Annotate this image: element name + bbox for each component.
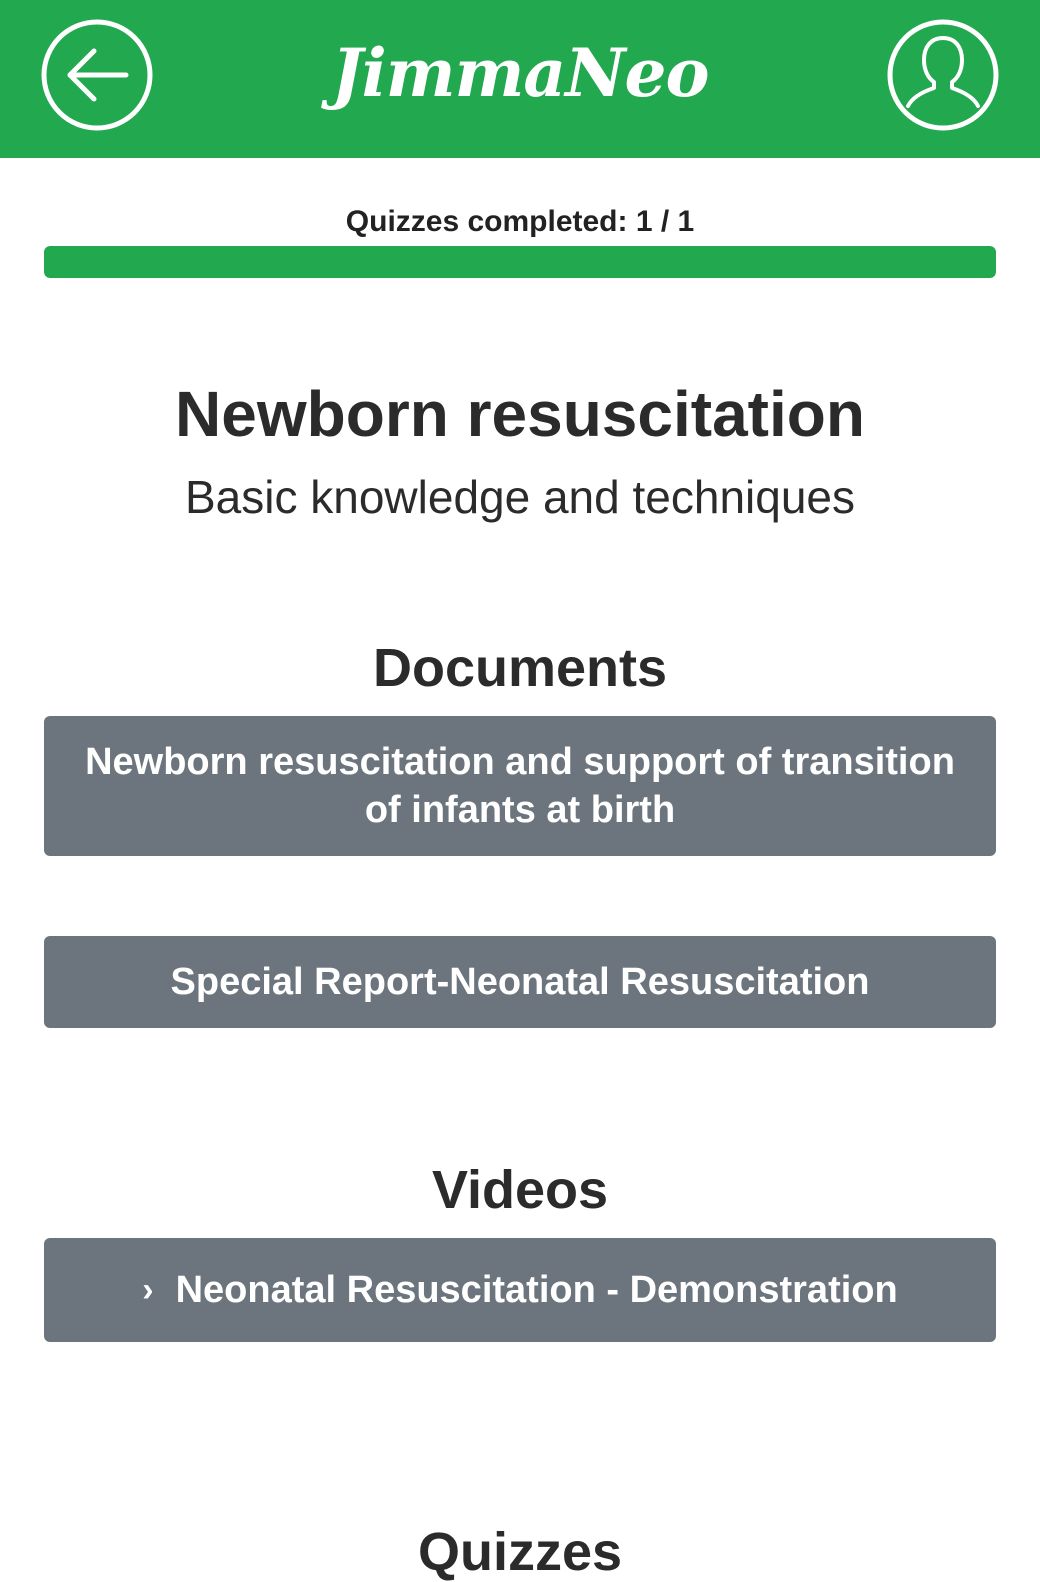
video-button-neonatal-demonstration[interactable]: › Neonatal Resuscitation - Demonstration [44, 1238, 996, 1342]
app-header: JimmaNeo [0, 0, 1040, 158]
user-profile-icon[interactable] [886, 18, 1000, 132]
quiz-progress-fill [44, 246, 996, 278]
quiz-progress-label: Quizzes completed: 1 / 1 [345, 205, 695, 238]
course-title: Newborn resuscitation [175, 378, 865, 450]
document-button-label: Newborn resuscitation and support of tra… [85, 741, 955, 831]
document-button-label: Special Report-Neonatal Resuscitation [170, 961, 870, 1003]
videos-heading: Videos [431, 1160, 609, 1220]
documents-heading: Documents [372, 638, 668, 698]
course-subtitle: Basic knowledge and techniques [184, 471, 855, 523]
app-logo: JimmaNeo [331, 34, 709, 112]
chevron-right-icon: › [142, 1271, 154, 1309]
video-button-label: Neonatal Resuscitation - Demonstration [175, 1269, 898, 1311]
document-button-special-report[interactable]: Special Report-Neonatal Resuscitation [44, 936, 996, 1028]
quiz-progress-bar [44, 246, 996, 278]
quizzes-heading: Quizzes [417, 1522, 623, 1582]
document-button-newborn-resuscitation[interactable]: Newborn resuscitation and support of tra… [44, 716, 996, 856]
